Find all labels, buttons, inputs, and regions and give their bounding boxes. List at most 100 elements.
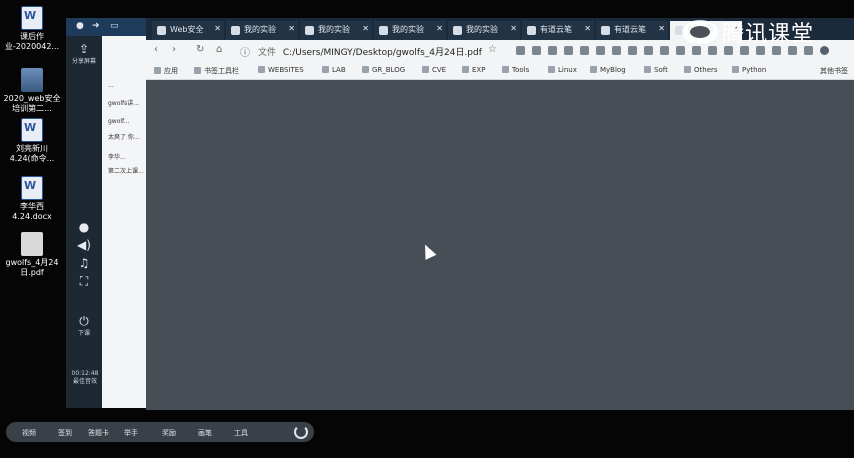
tab-favicon-icon <box>157 26 166 35</box>
close-tab-icon[interactable]: ✕ <box>584 24 591 33</box>
tab-label: 有道云笔 <box>540 25 572 34</box>
close-tab-icon[interactable]: ✕ <box>658 24 665 33</box>
music-button[interactable]: ♫ <box>70 256 98 270</box>
pen-button[interactable]: ● <box>70 220 98 234</box>
pdf-viewer-area[interactable] <box>146 80 854 410</box>
share-screen-button[interactable]: ⇪ 分享屏幕 <box>70 42 98 65</box>
share-toggle-icon[interactable]: ● <box>76 21 84 31</box>
profile-avatar-icon[interactable] <box>820 46 829 55</box>
bottom-handraise-button[interactable]: 举手 <box>124 428 138 438</box>
desktop-icon-li[interactable]: 李华西4.24.docx <box>2 176 62 222</box>
tab-lab-1[interactable]: 我的实验 ✕ <box>226 21 298 40</box>
pen-icon: ● <box>78 220 90 234</box>
chat-item: 第二次上课... <box>108 168 144 175</box>
tab-favicon-icon <box>231 26 240 35</box>
desktop-icon-pdf[interactable]: gwolfs_4月24日.pdf <box>2 232 62 278</box>
bookmark-folder[interactable]: EXP <box>462 66 485 74</box>
close-tab-icon[interactable]: ✕ <box>288 24 295 33</box>
tab-label: 我的实验 <box>466 25 498 34</box>
bookmark-label: EXP <box>472 66 486 74</box>
bookmark-folder[interactable]: GR_BLOG <box>362 66 405 74</box>
bottom-signin-button[interactable]: 签到 <box>58 428 72 438</box>
tab-web-security[interactable]: Web安全 ✕ <box>152 21 224 40</box>
address-bar[interactable]: 文件 C:/Users/MINGY/Desktop/gwolfs_4月24日.p… <box>258 43 508 59</box>
bookmark-folder[interactable]: MyBlog <box>590 66 626 74</box>
extension-icon[interactable] <box>708 46 717 55</box>
bottom-tools-button[interactable]: 工具 <box>234 428 248 438</box>
end-class-icon: ⏻ <box>79 314 89 328</box>
folder-icon <box>258 66 265 73</box>
extension-icon[interactable] <box>644 46 653 55</box>
bookmark-label: WEBSITES <box>268 66 304 74</box>
bookmark-folder[interactable]: Tools <box>502 66 529 74</box>
tab-favicon-icon <box>305 26 314 35</box>
word-doc-icon <box>21 6 43 30</box>
volume-button[interactable]: ◀) <box>70 238 98 252</box>
bookmark-label: Others <box>694 66 718 74</box>
extension-icon[interactable] <box>596 46 605 55</box>
share-toolbar: ⇪ 分享屏幕 ● ◀) ♫ ⛶ ⏻ 下课 00:12:48 最佳音效 <box>66 36 102 408</box>
bottom-quiz-button[interactable]: 答题卡 <box>88 428 109 438</box>
extension-icon[interactable] <box>692 46 701 55</box>
bookmark-folder[interactable]: Soft <box>644 66 668 74</box>
reload-icon[interactable]: ↻ <box>196 44 204 55</box>
extension-icon[interactable] <box>564 46 573 55</box>
back-icon[interactable]: ‹ <box>154 44 158 55</box>
word-doc-icon <box>21 176 43 200</box>
tab-label: 有道云笔 <box>614 25 646 34</box>
address-scheme-label: 文件 <box>258 48 277 58</box>
tab-favicon-icon <box>527 26 536 35</box>
close-tab-icon[interactable]: ✕ <box>436 24 443 33</box>
tab-lab-3[interactable]: 我的实验 ✕ <box>374 21 446 40</box>
bookmark-folder[interactable]: Python <box>732 66 766 74</box>
fullscreen-button[interactable]: ⛶ <box>70 274 98 288</box>
bookmark-folder[interactable]: Others <box>684 66 718 74</box>
close-tab-icon[interactable]: ✕ <box>362 24 369 33</box>
extension-icon[interactable] <box>676 46 685 55</box>
bookmark-star-icon[interactable]: ☆ <box>488 44 497 55</box>
bookmark-apps[interactable]: 应用 <box>154 66 178 76</box>
tab-youdao-2[interactable]: 有道云笔 ✕ <box>596 21 668 40</box>
desktop-icon-liu[interactable]: 刘亮新川4.24(命令... <box>2 118 62 164</box>
share-window-icon[interactable]: ▭ <box>110 21 119 31</box>
extension-icon[interactable] <box>628 46 637 55</box>
extension-icon[interactable] <box>548 46 557 55</box>
extension-icon[interactable] <box>612 46 621 55</box>
bookmark-folder[interactable]: 书签工具栏 <box>194 66 239 76</box>
tab-lab-4[interactable]: 我的实验 ✕ <box>448 21 520 40</box>
close-tab-icon[interactable]: ✕ <box>510 24 517 33</box>
end-class-button[interactable]: ⏻ 下课 <box>70 314 98 337</box>
folder-icon <box>362 66 369 73</box>
desktop-icon-homework[interactable]: 课后作业-2020042... <box>2 6 62 52</box>
tab-label: 我的实验 <box>392 25 424 34</box>
bookmark-folder[interactable]: CVE <box>422 66 446 74</box>
share-panel-titlebar: ● ➜ ▭ <box>66 18 146 36</box>
apps-grid-icon <box>154 67 161 74</box>
bottom-video-button[interactable]: 视频 <box>22 428 36 438</box>
tab-label: 我的实验 <box>318 25 350 34</box>
extension-icon[interactable] <box>660 46 669 55</box>
extension-icon[interactable] <box>516 46 525 55</box>
bookmark-folder[interactable]: Linux <box>548 66 577 74</box>
bookmark-folder[interactable]: LAB <box>322 66 346 74</box>
bookmark-more[interactable]: 其他书签 <box>820 66 848 76</box>
share-arrow-icon[interactable]: ➜ <box>92 21 100 31</box>
extension-icon[interactable] <box>580 46 589 55</box>
desktop-icon-label: 课后作业-2020042... <box>4 32 60 51</box>
bottom-pen-button[interactable]: 画笔 <box>198 428 212 438</box>
home-icon[interactable]: ⌂ <box>216 44 222 55</box>
extension-icon[interactable] <box>532 46 541 55</box>
close-tab-icon[interactable]: ✕ <box>214 24 221 33</box>
bottom-reward-button[interactable]: 奖励 <box>162 428 176 438</box>
bookmark-label: MyBlog <box>600 66 626 74</box>
info-icon[interactable]: ⓘ <box>240 44 250 59</box>
tab-lab-2[interactable]: 我的实验 ✕ <box>300 21 372 40</box>
tab-youdao-1[interactable]: 有道云笔 ✕ <box>522 21 594 40</box>
bookmark-folder[interactable]: WEBSITES <box>258 66 304 74</box>
folder-icon <box>548 66 555 73</box>
desktop-icon-web-training[interactable]: 2020_web安全培训第二... <box>2 68 62 114</box>
forward-icon[interactable]: › <box>172 44 176 55</box>
share-status: 00:12:48 最佳音效 <box>68 370 102 386</box>
bookmark-label: 其他书签 <box>820 67 848 75</box>
power-icon[interactable] <box>294 425 308 439</box>
